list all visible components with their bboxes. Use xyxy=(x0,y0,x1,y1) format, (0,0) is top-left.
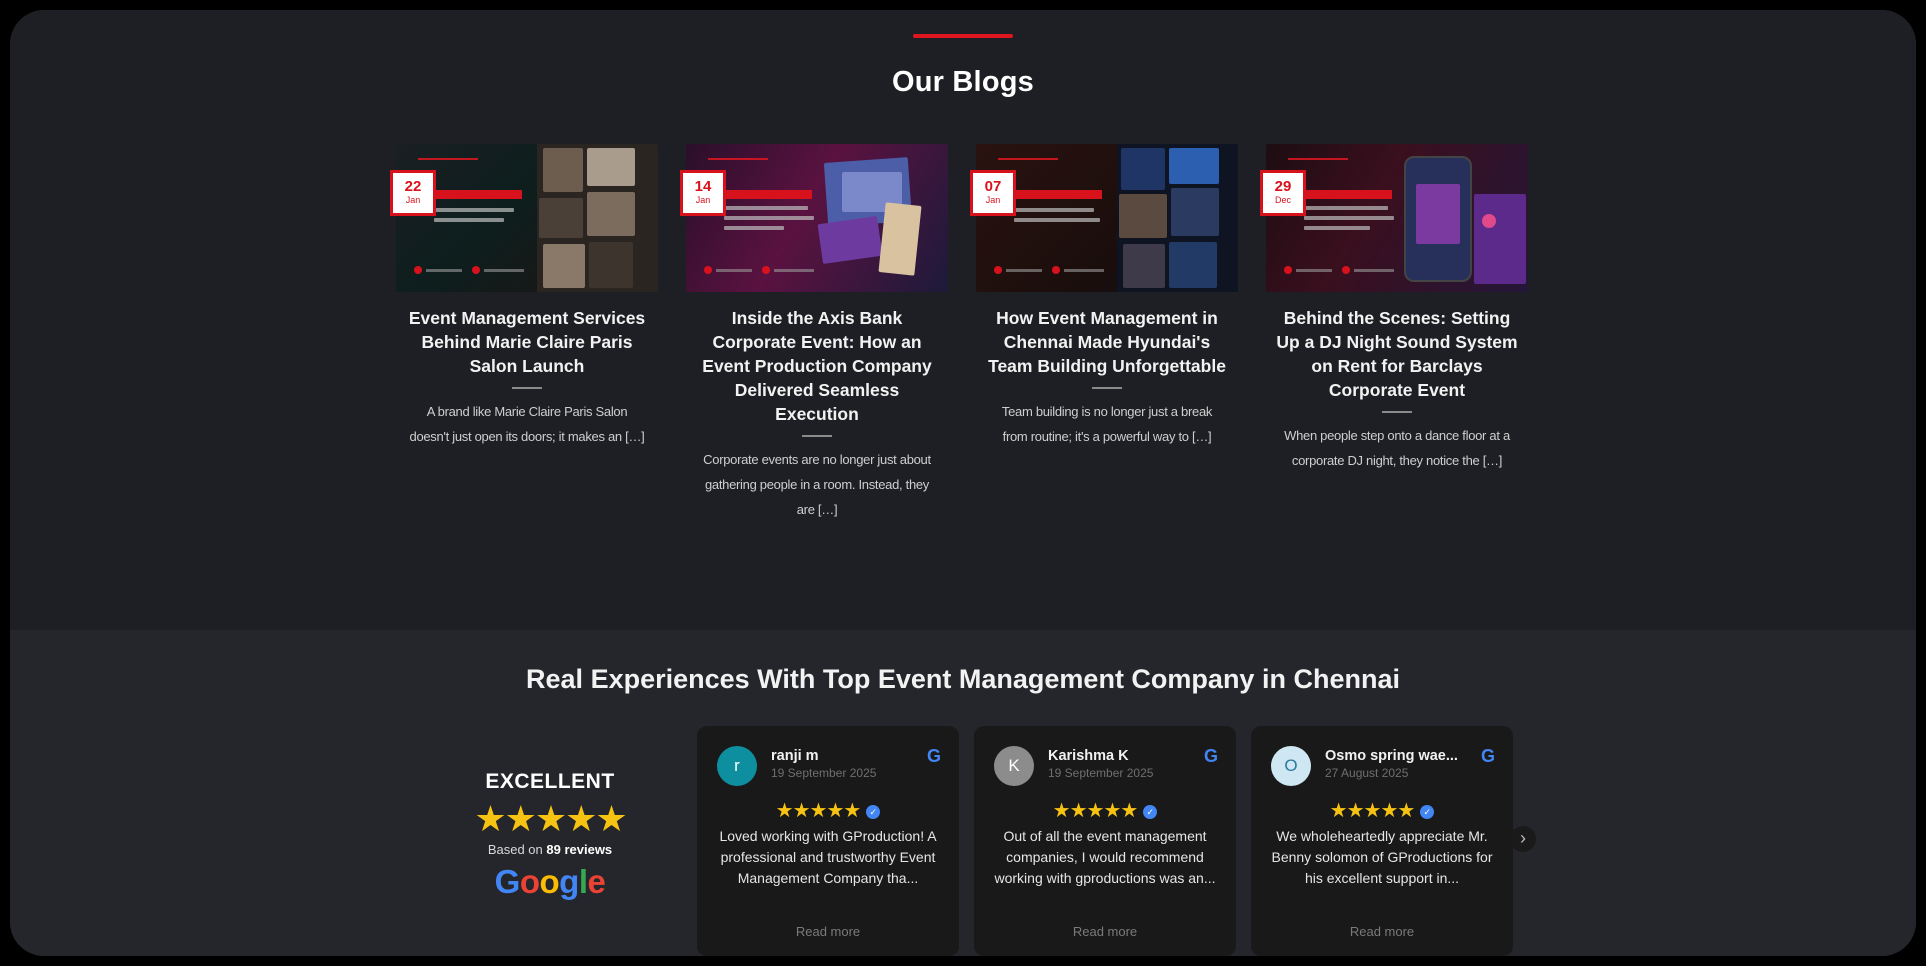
review-card: r ranji m 19 September 2025 G ★★★★★ ✓ Lov… xyxy=(697,726,959,956)
reviewer-name: Karishma K xyxy=(1048,748,1129,764)
google-logo: Google xyxy=(450,863,650,901)
date-month: Jan xyxy=(985,195,1001,205)
reviewer-name: ranji m xyxy=(771,748,819,764)
date-day: 22 xyxy=(404,178,422,195)
star-rating-icon: ★★★★★ xyxy=(1329,800,1416,822)
google-logo-letter: G xyxy=(494,863,521,900)
review-stars: ★★★★★ ✓ xyxy=(1251,798,1513,823)
review-date: 27 August 2025 xyxy=(1325,766,1409,780)
page-frame: Our Blogs 22 Jan Event Management Servic… xyxy=(10,10,1916,956)
google-logo-letter: o xyxy=(519,863,540,900)
date-badge: 07 Jan xyxy=(970,170,1016,216)
divider xyxy=(1382,411,1412,413)
verified-badge-icon: ✓ xyxy=(1143,804,1158,819)
blog-title-link[interactable]: How Event Management in Chennai Made Hyu… xyxy=(976,306,1238,378)
date-day: 14 xyxy=(694,178,712,195)
review-text: Out of all the event management companie… xyxy=(994,828,1216,886)
review-text: We wholeheartedly appreciate Mr. Benny s… xyxy=(1271,828,1493,886)
review-count: Based on 89 reviews xyxy=(450,842,650,857)
rating-label: EXCELLENT xyxy=(485,770,615,793)
reviewer-name: Osmo spring wae... xyxy=(1325,748,1458,764)
blog-excerpt: Corporate events are no longer just abou… xyxy=(703,452,931,517)
blog-thumbnail[interactable] xyxy=(396,144,658,292)
google-icon: G xyxy=(1480,746,1495,766)
blog-excerpt: Team building is no longer just a break … xyxy=(1001,404,1213,444)
google-logo-letter: l xyxy=(578,863,588,900)
date-day: 07 xyxy=(984,178,1002,195)
blog-card[interactable]: 29 Dec Behind the Scenes: Setting Up a D… xyxy=(1260,144,1528,473)
blog-title-link[interactable]: Inside the Axis Bank Corporate Event: Ho… xyxy=(686,306,948,426)
reviews-heading: Real Experiences With Top Event Manageme… xyxy=(526,664,1400,694)
divider xyxy=(1092,387,1122,389)
blog-thumbnail[interactable] xyxy=(976,144,1238,292)
divider xyxy=(802,435,832,437)
verified-badge-icon: ✓ xyxy=(866,804,881,819)
read-more-link[interactable]: Read more xyxy=(974,924,1236,939)
google-icon: G xyxy=(926,746,941,766)
review-date: 19 September 2025 xyxy=(1048,766,1154,780)
verified-badge-icon: ✓ xyxy=(1420,804,1435,819)
blog-card[interactable]: 14 Jan Inside the Axis Bank Corporate Ev… xyxy=(680,144,948,522)
review-stars: ★★★★★ ✓ xyxy=(697,798,959,823)
rating-summary: EXCELLENT ★★★★★ Based on 89 reviews Goog… xyxy=(450,770,650,901)
avatar: O xyxy=(1271,746,1311,786)
divider xyxy=(512,387,542,389)
google-icon: G xyxy=(1203,746,1218,766)
date-month: Jan xyxy=(405,195,421,205)
date-badge: 29 Dec xyxy=(1260,170,1306,216)
avatar: K xyxy=(994,746,1034,786)
blog-excerpt: When people step onto a dance floor at a… xyxy=(1284,428,1510,468)
blog-thumbnail[interactable] xyxy=(1266,144,1528,292)
google-logo-letter: g xyxy=(559,863,579,900)
blogs-section: Our Blogs 22 Jan Event Management Servic… xyxy=(10,10,1916,630)
review-text: Loved working with GProduction! A profes… xyxy=(719,828,937,886)
review-card: O Osmo spring wae... 27 August 2025 G ★★… xyxy=(1251,726,1513,956)
review-count-prefix: Based on xyxy=(487,842,543,857)
date-badge: 14 Jan xyxy=(680,170,726,216)
blog-card[interactable]: 07 Jan How Event Management in Chennai M… xyxy=(970,144,1238,449)
blog-excerpt: A brand like Marie Claire Paris Salon do… xyxy=(409,404,645,444)
google-logo-letter: o xyxy=(539,863,560,900)
blog-card[interactable]: 22 Jan Event Management Services Behind … xyxy=(390,144,658,449)
google-logo-letter: e xyxy=(587,863,606,900)
review-card: K Karishma K 19 September 2025 G ★★★★★ ✓ … xyxy=(974,726,1236,956)
review-count-value[interactable]: 89 reviews xyxy=(546,842,612,857)
read-more-link[interactable]: Read more xyxy=(1251,924,1513,939)
star-rating-icon: ★★★★★ xyxy=(1052,800,1139,822)
blog-thumbnail[interactable] xyxy=(686,144,948,292)
date-badge: 22 Jan xyxy=(390,170,436,216)
blog-title-link[interactable]: Behind the Scenes: Setting Up a DJ Night… xyxy=(1266,306,1528,402)
rating-stars-icon: ★★★★★ xyxy=(474,798,627,839)
blogs-heading: Our Blogs xyxy=(892,66,1034,98)
chevron-right-icon[interactable]: › xyxy=(1510,826,1536,852)
star-rating-icon: ★★★★★ xyxy=(775,800,862,822)
review-date: 19 September 2025 xyxy=(771,766,877,780)
date-month: Jan xyxy=(695,195,711,205)
avatar: r xyxy=(717,746,757,786)
title-accent-rule xyxy=(913,34,1013,38)
read-more-link[interactable]: Read more xyxy=(697,924,959,939)
date-day: 29 xyxy=(1274,178,1292,195)
date-month: Dec xyxy=(1274,195,1291,205)
review-stars: ★★★★★ ✓ xyxy=(974,798,1236,823)
reviews-section: Real Experiences With Top Event Manageme… xyxy=(10,630,1916,956)
blog-title-link[interactable]: Event Management Services Behind Marie C… xyxy=(396,306,658,378)
